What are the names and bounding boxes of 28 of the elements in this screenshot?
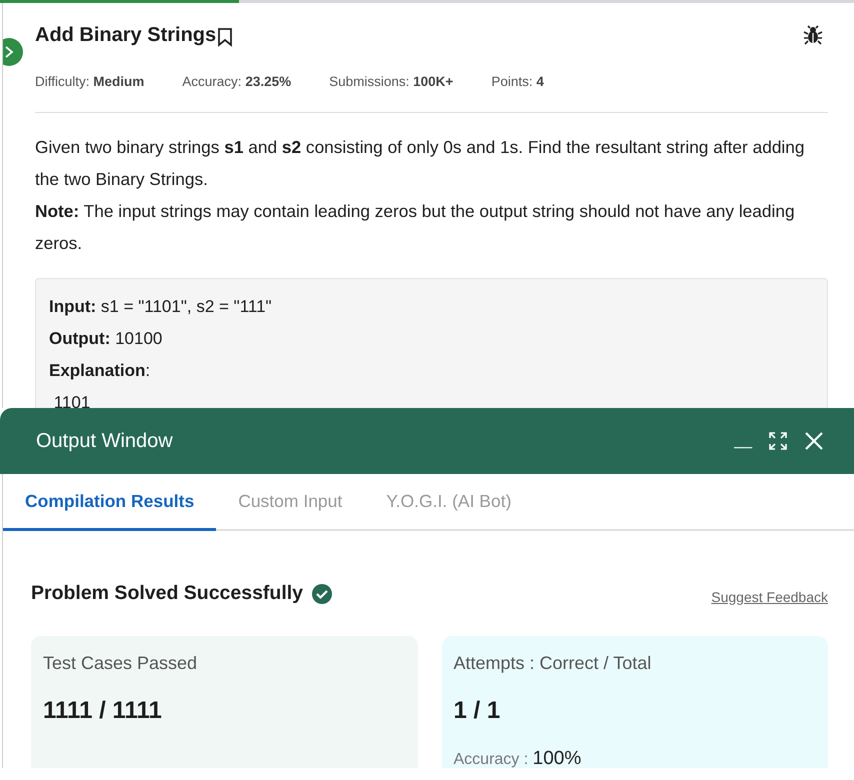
accuracy-value: 100% — [532, 748, 582, 768]
expand-toggle[interactable] — [3, 38, 23, 66]
minimize-button[interactable]: __ — [734, 429, 752, 453]
meta-item: Accuracy: 23.25% — [182, 73, 292, 91]
tab[interactable]: Compilation Results — [3, 474, 216, 531]
card-value: 1 / 1 — [454, 696, 502, 726]
meta-item: Points: 4 — [491, 73, 544, 91]
problem-text: Given two binary strings s1 and s2 consisting of only 0s and 1s. Find the resultant string after adding the two Binary Strings. — [35, 136, 806, 192]
card-label: Attempts : Correct / Total — [454, 652, 652, 676]
close-icon[interactable] — [804, 431, 824, 451]
meta-item: Submissions: 100K+ — [329, 73, 454, 91]
example-line: Output: 10100 — [49, 328, 164, 350]
problem-text: Note: The input strings may contain leading zeros but the output string should not have any leading zeros. — [35, 200, 796, 256]
card-label: Test Cases Passed — [43, 652, 198, 676]
status-text: Problem Solved Successfully — [31, 581, 304, 606]
card-value: 1111 / 1111 — [43, 696, 163, 726]
feedback-link[interactable]: Suggest Feedback — [711, 587, 828, 608]
check-circle-icon — [311, 582, 334, 605]
meta-item: Difficulty: Medium — [35, 73, 144, 91]
example-line: Input: s1 = "1101", s2 = "111" — [49, 296, 273, 318]
expand-icon[interactable] — [768, 431, 788, 451]
window-title: Output Window — [36, 429, 173, 454]
problem-title: Add Binary Strings — [35, 23, 216, 48]
accuracy-label: Accuracy : — [454, 751, 530, 768]
example-line: Explanation: — [49, 360, 152, 382]
bookmark-icon[interactable] — [216, 27, 234, 47]
chevron-right-icon — [3, 45, 16, 59]
bug-icon[interactable] — [802, 24, 824, 46]
